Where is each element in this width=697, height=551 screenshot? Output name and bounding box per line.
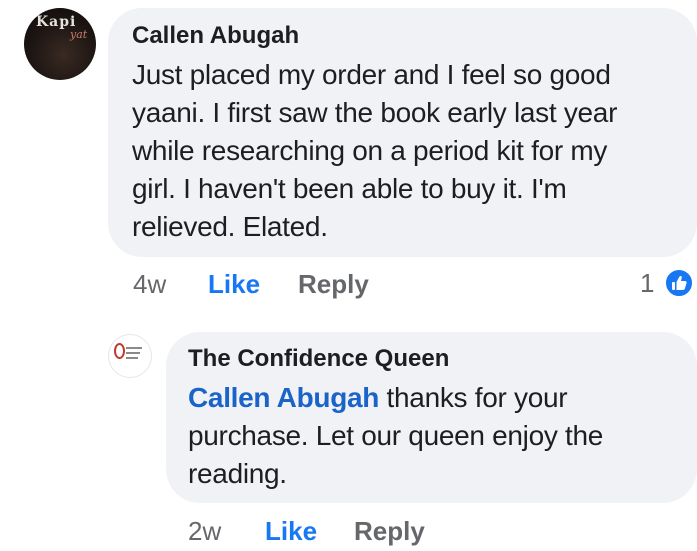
- comment-text-line: reading.: [188, 458, 287, 489]
- comment-text-line: while researching on a period kit for my: [132, 135, 608, 166]
- comment-text: Just placed my order and I feel so good …: [132, 56, 692, 246]
- mention-link[interactable]: Callen Abugah: [188, 382, 379, 413]
- logo-text-line: [126, 357, 138, 359]
- avatar-the-confidence-queen[interactable]: [108, 334, 152, 378]
- logo-text-line: [126, 347, 142, 349]
- comment-timestamp[interactable]: 4w: [133, 269, 166, 300]
- reply-button[interactable]: Reply: [354, 516, 425, 547]
- avatar-callen-abugah[interactable]: Kapi yat: [24, 8, 96, 80]
- comment-text-line: Callen Abugah thanks for your: [188, 379, 688, 417]
- like-button[interactable]: Like: [265, 516, 317, 547]
- comment-thread: Kapi yat Callen Abugah Just placed my or…: [0, 0, 697, 551]
- comment-text-line: yaani. I first saw the book early last y…: [132, 97, 618, 128]
- comment-text-fragment: thanks for your: [379, 382, 568, 413]
- reaction-count[interactable]: 1: [640, 268, 654, 299]
- logo-text-line: [126, 352, 140, 354]
- thumbs-up-icon[interactable]: [664, 268, 694, 298]
- comment-text-line: girl. I haven't been able to buy it. I'm: [132, 173, 567, 204]
- comment-text-line: relieved. Elated.: [132, 211, 328, 242]
- queen-logo-icon: [114, 343, 125, 359]
- comment-timestamp[interactable]: 2w: [188, 516, 221, 547]
- comment-author[interactable]: The Confidence Queen: [188, 345, 449, 373]
- like-button[interactable]: Like: [208, 269, 260, 300]
- comment-text: Callen Abugah thanks for your purchase. …: [188, 379, 688, 493]
- avatar-watermark-sub: yat: [70, 28, 88, 41]
- thumbs-up-glyph: [672, 275, 687, 290]
- comment-author[interactable]: Callen Abugah: [132, 22, 299, 50]
- reply-button[interactable]: Reply: [298, 269, 369, 300]
- comment-text-line: purchase. Let our queen enjoy the: [188, 420, 604, 451]
- comment-text-line: Just placed my order and I feel so good: [132, 59, 611, 90]
